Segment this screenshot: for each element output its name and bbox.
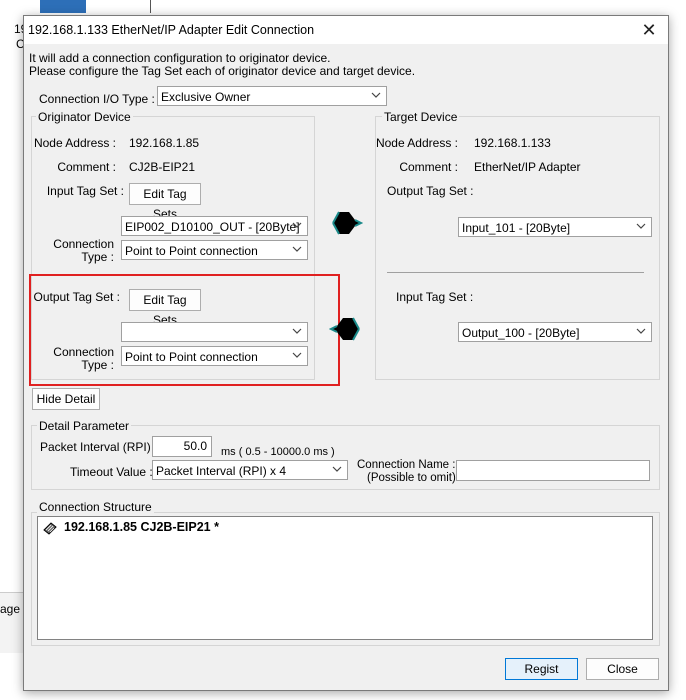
target-comment-label: Comment : [399, 160, 458, 174]
connection-name-input[interactable] [456, 460, 650, 481]
target-output-tag-set-value: Input_101 - [20Byte] [462, 221, 571, 235]
originator-input-connection-type-select[interactable]: Point to Point connection [121, 240, 308, 260]
originator-node-address-value: 192.168.1.85 [129, 136, 200, 150]
intro-text-line1: It will add a connection configuration t… [29, 51, 331, 65]
target-input-tag-set-select[interactable]: Output_100 - [20Byte] [458, 322, 652, 342]
title-bar: 192.168.1.133 EtherNet/IP Adapter Edit C… [24, 16, 668, 44]
chevron-down-icon [332, 466, 342, 472]
chevron-down-icon [292, 246, 302, 252]
arrow-left-icon [329, 317, 360, 341]
intro-text-line2: Please configure the Tag Set each of ori… [29, 64, 416, 78]
timeout-value-label: Timeout Value : [70, 465, 153, 479]
edit-tag-sets-button[interactable]: Edit Tag Sets [129, 183, 201, 221]
input-connection-type-value: Point to Point connection [125, 244, 258, 258]
output-tag-set-highlight [29, 274, 340, 386]
originator-comment-value: CJ2B-EIP21 [129, 160, 196, 174]
target-input-tag-set-value: Output_100 - [20Byte] [462, 326, 580, 340]
target-output-tag-set-label: Output Tag Set : [387, 184, 474, 198]
edit-connection-dialog: 192.168.1.133 EtherNet/IP Adapter Edit C… [23, 15, 669, 691]
connection-type-label: Type : [81, 250, 114, 264]
chevron-down-icon [636, 223, 646, 229]
timeout-value-select[interactable]: Packet Interval (RPI) x 4 [152, 460, 348, 480]
originator-device-title: Originator Device [36, 110, 133, 124]
chevron-down-icon [636, 328, 646, 334]
background-app-strip [0, 0, 686, 15]
target-input-tag-set-label: Input Tag Set : [396, 290, 474, 304]
network-line-icon [150, 0, 169, 13]
connection-io-type-select[interactable]: Exclusive Owner [157, 86, 387, 106]
originator-input-tag-set-value: EIP002_D10100_OUT - [20Byte] [125, 220, 300, 234]
originator-comment-label: Comment : [57, 160, 116, 174]
network-device-icon [40, 0, 86, 13]
dialog-title: 192.168.1.133 EtherNet/IP Adapter Edit C… [28, 23, 315, 37]
structure-item-label: 192.168.1.85 CJ2B-EIP21 * [64, 520, 219, 534]
connection-structure-title: Connection Structure [37, 500, 154, 514]
close-icon[interactable]: ✕ [638, 19, 660, 41]
target-output-tag-set-select[interactable]: Input_101 - [20Byte] [458, 217, 652, 237]
close-button[interactable]: Close [586, 658, 659, 680]
originator-input-tag-set-label: Input Tag Set : [46, 184, 124, 198]
packet-interval-input[interactable]: 50.0 [152, 436, 212, 457]
target-device-title: Target Device [382, 110, 460, 124]
connection-name-label: Connection Name : [357, 459, 456, 471]
connection-name-hint: (Possible to omit) [367, 472, 456, 484]
target-node-address-label: Node Address : [375, 136, 458, 150]
target-comment-value: EtherNet/IP Adapter [474, 160, 581, 174]
connection-structure-tree[interactable]: 192.168.1.85 CJ2B-EIP21 * [37, 516, 653, 640]
timeout-value: Packet Interval (RPI) x 4 [156, 464, 287, 478]
originator-input-tag-set-select[interactable]: EIP002_D10100_OUT - [20Byte] [121, 216, 308, 236]
detail-parameter-title: Detail Parameter [37, 419, 132, 433]
arrow-right-icon [332, 211, 363, 235]
chevron-down-icon [371, 92, 381, 98]
connection-type-label: Connection [53, 237, 114, 251]
target-node-address-value: 192.168.1.133 [474, 136, 551, 150]
hide-detail-button[interactable]: Hide Detail [32, 388, 100, 410]
packet-interval-unit: ms ( 0.5 - 10000.0 ms ) [221, 446, 335, 458]
connection-io-type-label: Connection I/O Type : [39, 92, 155, 106]
chevron-down-icon [292, 222, 302, 228]
regist-button[interactable]: Regist [505, 658, 578, 680]
packet-interval-label: Packet Interval (RPI) : [40, 440, 158, 454]
connection-io-type-value: Exclusive Owner [161, 90, 251, 104]
target-separator [387, 272, 644, 273]
device-icon [43, 522, 57, 535]
originator-node-address-label: Node Address : [33, 136, 116, 150]
